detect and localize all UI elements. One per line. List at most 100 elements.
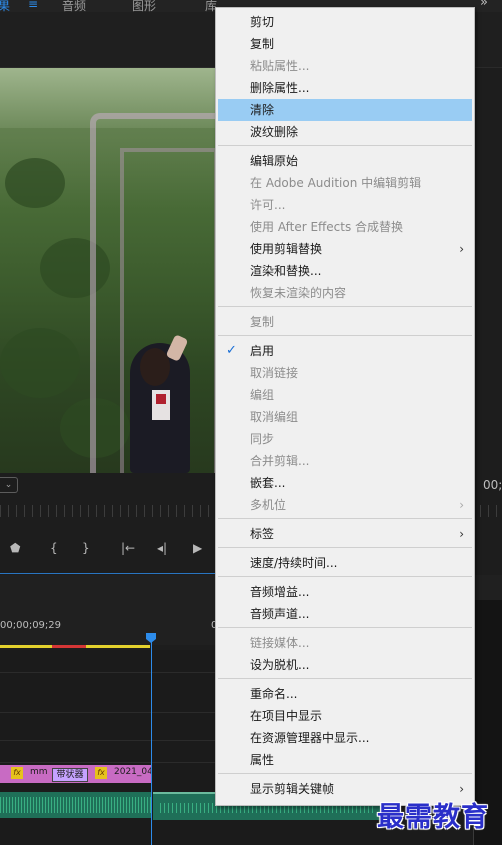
- menu-item-label[interactable]: 标签 ›: [218, 523, 472, 545]
- menu-item-label: 复制: [250, 315, 275, 329]
- menu-item-label: 渲染和替换...: [250, 264, 322, 278]
- timeline-timecode: 00;00;09;29: [0, 620, 62, 631]
- submenu-arrow-icon: ›: [459, 242, 464, 256]
- menu-item-make-offline[interactable]: 设为脱机...: [218, 654, 472, 676]
- menu-item-label: 链接媒体...: [250, 636, 310, 650]
- menu-item-reveal-in-project[interactable]: 在项目中显示: [218, 705, 472, 727]
- menu-item-paste-attributes: 粘贴属性...: [218, 55, 472, 77]
- menu-item-label: 编辑原始: [250, 154, 299, 168]
- menu-item-ungroup: 取消编组: [218, 406, 472, 428]
- mark-out-icon[interactable]: }: [82, 541, 90, 555]
- checkmark-icon: ✓: [226, 343, 237, 358]
- double-chevron-right-icon[interactable]: »: [480, 0, 488, 10]
- menu-item-multi-camera: 多机位 ›: [218, 494, 472, 516]
- menu-item-label: 标签: [250, 527, 275, 541]
- mark-in-icon[interactable]: {: [50, 541, 58, 555]
- menu-separator: [218, 576, 472, 577]
- menu-item-clear[interactable]: 清除: [218, 99, 472, 121]
- fx-badge-icon: fx: [95, 767, 107, 779]
- marker-icon[interactable]: ⬟: [10, 541, 20, 555]
- menu-item-label: 使用剪辑替换: [250, 242, 323, 256]
- hamburger-menu-icon[interactable]: ≡: [28, 0, 38, 11]
- go-to-in-icon[interactable]: |←: [121, 541, 135, 555]
- menu-separator: [218, 773, 472, 774]
- menu-item-audio-channels[interactable]: 音频声道...: [218, 603, 472, 625]
- menu-item-label: 许可...: [250, 198, 286, 212]
- menu-item-label: 使用 After Effects 合成替换: [250, 220, 404, 234]
- monitor-timecode: 00;: [483, 478, 502, 492]
- menu-item-synchronize: 同步: [218, 428, 472, 450]
- menu-item-label: 粘贴属性...: [250, 59, 310, 73]
- playhead-line: [151, 640, 152, 845]
- menu-item-duplicate: 复制: [218, 311, 472, 333]
- menu-item-edit-in-audition: 在 Adobe Audition 中编辑剪辑: [218, 172, 472, 194]
- clip-nested-label[interactable]: 带状器: [52, 768, 88, 782]
- menu-item-label: 波纹删除: [250, 125, 299, 139]
- menu-item-group: 编组: [218, 384, 472, 406]
- watermark-logo: 最需教育: [377, 802, 489, 833]
- menu-item-label: 恢复未渲染的内容: [250, 286, 347, 300]
- menu-item-replace-with-clip[interactable]: 使用剪辑替换 ›: [218, 238, 472, 260]
- menu-item-properties[interactable]: 属性: [218, 749, 472, 771]
- menu-separator: [218, 627, 472, 628]
- menu-item-nest[interactable]: 嵌套...: [218, 472, 472, 494]
- clip-label: 2021_04: [114, 767, 153, 777]
- render-status-bar: [0, 645, 150, 648]
- play-icon[interactable]: ▶: [193, 541, 202, 555]
- menu-item-label: 启用: [250, 344, 275, 358]
- menu-item-label: 多机位: [250, 498, 287, 512]
- menu-item-speed-duration[interactable]: 速度/持续时间...: [218, 552, 472, 574]
- menu-item-remove-attributes[interactable]: 删除属性...: [218, 77, 472, 99]
- menu-item-label: 在 Adobe Audition 中编辑剪辑: [250, 176, 422, 190]
- menu-item-link-media: 链接媒体...: [218, 632, 472, 654]
- menu-item-label: 重命名...: [250, 687, 298, 701]
- menu-item-cut[interactable]: 剪切: [218, 11, 472, 33]
- clip-context-menu: 剪切 复制 粘贴属性... 删除属性... 清除 波纹删除 编辑原始在 Adobe Audi…: [215, 7, 475, 806]
- menu-item-label: 复制: [250, 37, 275, 51]
- menu-separator: [218, 518, 472, 519]
- menu-separator: [218, 145, 472, 146]
- menu-item-label: 同步: [250, 432, 275, 446]
- menu-item-label: 嵌套...: [250, 476, 286, 490]
- menu-item-rename[interactable]: 重命名...: [218, 683, 472, 705]
- program-monitor-video: [0, 68, 215, 473]
- menu-item-label: 剪切: [250, 15, 275, 29]
- audio-waveform: [0, 797, 152, 813]
- menu-item-label: 取消编组: [250, 410, 299, 424]
- menu-item-replace-with-ae-comp: 使用 After Effects 合成替换: [218, 216, 472, 238]
- step-back-icon[interactable]: ◂|: [157, 541, 167, 555]
- menu-item-label: 删除属性...: [250, 81, 310, 95]
- menu-item-merge-clips: 合并剪辑...: [218, 450, 472, 472]
- chevron-down-icon[interactable]: ⌄: [0, 477, 18, 493]
- menu-item-label: 音频增益...: [250, 585, 310, 599]
- menu-item-reveal-in-explorer[interactable]: 在资源管理器中显示...: [218, 727, 472, 749]
- menu-separator: [218, 678, 472, 679]
- menu-item-edit-original[interactable]: 编辑原始: [218, 150, 472, 172]
- menu-item-label: 显示剪辑关键帧: [250, 782, 335, 796]
- menu-item-render-and-replace[interactable]: 渲染和替换...: [218, 260, 472, 282]
- menu-item-license: 许可...: [218, 194, 472, 216]
- menu-item-audio-gain[interactable]: 音频增益...: [218, 581, 472, 603]
- menu-item-unlink: 取消链接: [218, 362, 472, 384]
- menu-item-label: 设为脱机...: [250, 658, 310, 672]
- fx-badge-icon: fx: [11, 767, 23, 779]
- menu-item-copy[interactable]: 复制: [218, 33, 472, 55]
- submenu-arrow-icon: ›: [459, 527, 464, 541]
- menu-item-label: 在项目中显示: [250, 709, 323, 723]
- menu-item-restore-unrendered: 恢复未渲染的内容: [218, 282, 472, 304]
- transport-controls: ⬟ { } |← ◂| ▶: [0, 535, 215, 565]
- menu-item-label: 清除: [250, 103, 275, 117]
- menu-item-enable[interactable]: ✓ 启用: [218, 340, 472, 362]
- menu-separator: [218, 306, 472, 307]
- menu-item-label: 属性: [250, 753, 275, 767]
- menu-item-label: 速度/持续时间...: [250, 556, 338, 570]
- menu-item-ripple-delete[interactable]: 波纹删除: [218, 121, 472, 143]
- menu-item-label: 音频声道...: [250, 607, 310, 621]
- menu-item-label: 取消链接: [250, 366, 299, 380]
- menu-separator: [218, 547, 472, 548]
- submenu-arrow-icon: ›: [459, 498, 464, 512]
- menu-item-label: 合并剪辑...: [250, 454, 310, 468]
- menu-item-label: 在资源管理器中显示...: [250, 731, 370, 745]
- menu-separator: [218, 335, 472, 336]
- clip-label: mm: [30, 767, 48, 777]
